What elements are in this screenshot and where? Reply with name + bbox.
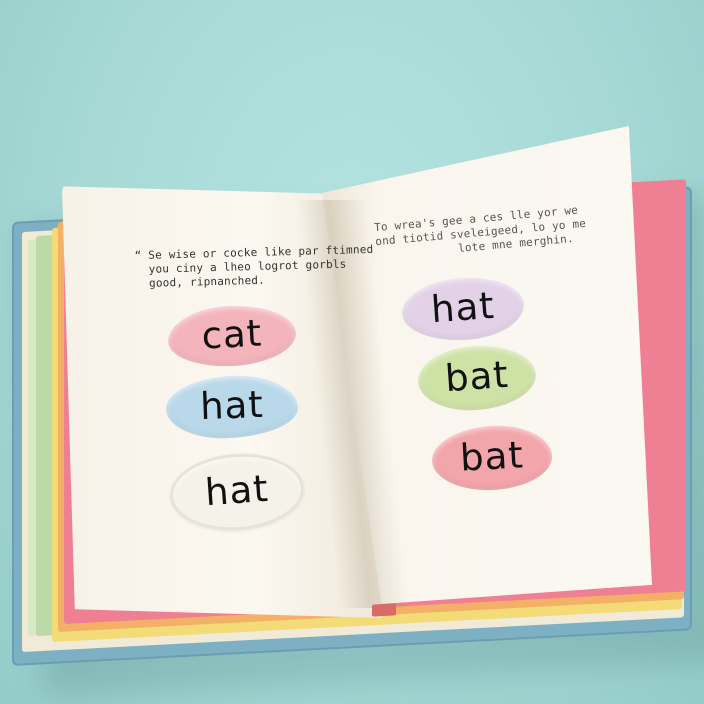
photo-scene: “ Se wise or cocke like par ftimned you … bbox=[0, 0, 704, 704]
left-page-caption: “ Se wise or cocke like par ftimned you … bbox=[134, 242, 374, 291]
word-label: bat bbox=[458, 432, 525, 480]
word-label: hat bbox=[429, 283, 497, 331]
word-label: hat bbox=[203, 466, 271, 514]
word-label: bat bbox=[443, 352, 511, 400]
bookmark-ribbon bbox=[372, 603, 396, 617]
word-label: hat bbox=[199, 382, 265, 428]
word-label: cat bbox=[200, 310, 264, 358]
